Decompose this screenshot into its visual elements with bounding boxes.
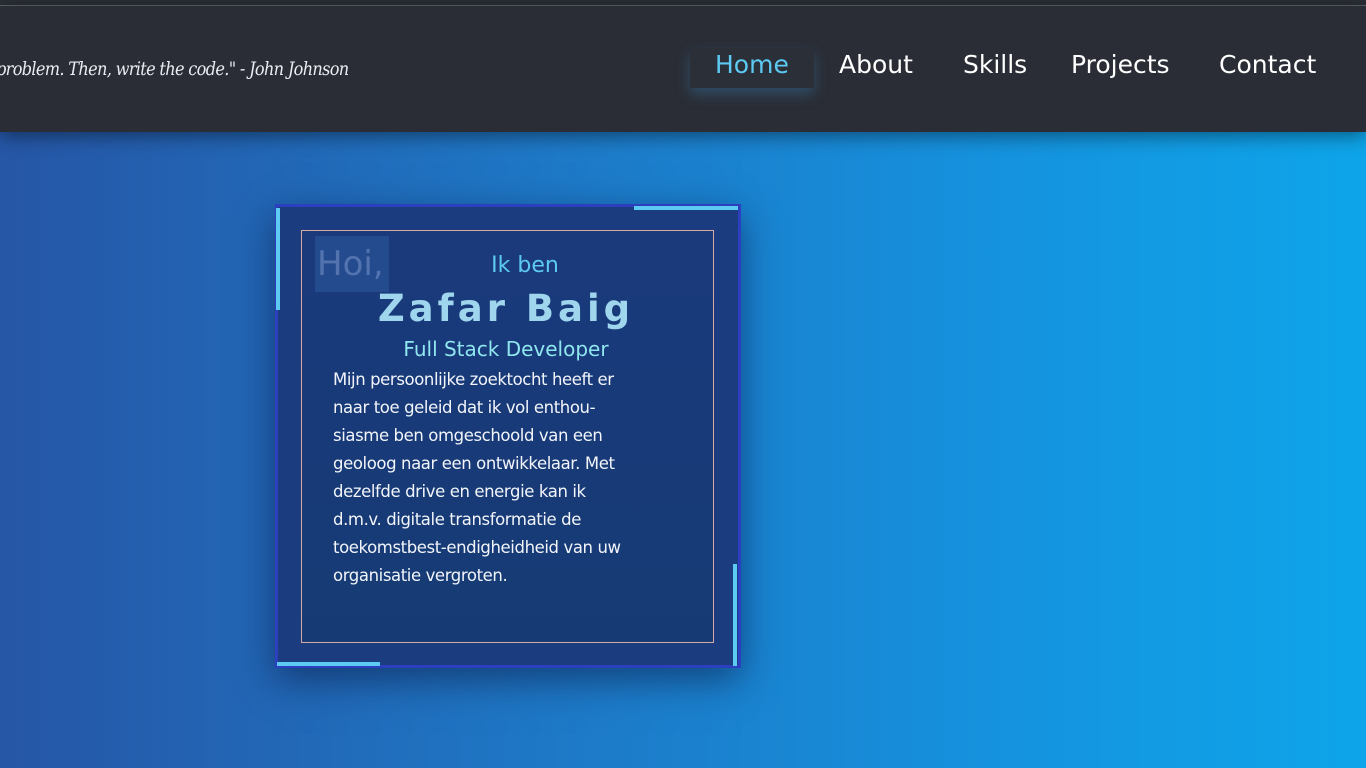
nav-skills-link[interactable]: Skills (963, 47, 1027, 83)
bio-line: dezelfde drive en energie kan ik (333, 482, 586, 501)
card-accent-top (634, 206, 738, 210)
bio-line: naar toe geleid dat ik vol enthou- (333, 398, 596, 417)
job-title: Full Stack Developer (403, 337, 609, 361)
bio-line: geoloog naar een ontwikkelaar. Met (333, 454, 615, 473)
bio-line: d.m.v. digitale transformatie de (333, 510, 581, 529)
nav-projects-link[interactable]: Projects (1071, 47, 1170, 83)
bio-line: siasme ben omgeschoold van een (333, 426, 603, 445)
card-accent-bottom (277, 662, 380, 666)
bio-paragraph: Mijn persoonlijke zoektocht heeft er naa… (333, 366, 689, 590)
nav-home-link[interactable]: Home (715, 47, 789, 83)
bio-line: toekomstbest-endigheidheid van uw (333, 538, 621, 557)
card-accent-left (276, 208, 280, 310)
nav-about-link[interactable]: About (839, 47, 913, 83)
person-name: Zafar Baig (377, 287, 635, 330)
nav-contact-link[interactable]: Contact (1219, 47, 1316, 83)
header-quote: problem. Then, write the code." - John J… (0, 58, 349, 80)
bio-line: Mijn persoonlijke zoektocht heeft er (333, 370, 614, 389)
intro-text: Ik ben (491, 253, 559, 278)
bio-line: organisatie vergroten. (333, 566, 508, 585)
card-accent-right (733, 564, 737, 666)
